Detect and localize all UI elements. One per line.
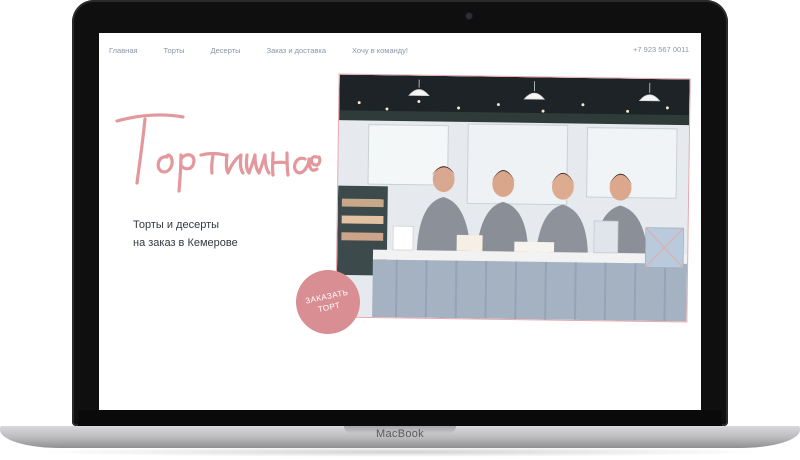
main-nav: Главная Торты Десерты Заказ и доставка Х… <box>109 43 689 57</box>
phone-link[interactable]: +7 923 567 0011 <box>633 45 689 54</box>
camera-icon <box>466 13 472 19</box>
website-screen: Главная Торты Десерты Заказ и доставка Х… <box>99 33 701 410</box>
nav-item-cakes[interactable]: Торты <box>164 46 185 55</box>
hero-photo <box>335 73 691 323</box>
laptop-shadow <box>30 447 770 457</box>
nav-item-home[interactable]: Главная <box>109 46 138 55</box>
brand-logo <box>113 105 323 193</box>
nav-item-order-delivery[interactable]: Заказ и доставка <box>267 46 326 55</box>
laptop-chin <box>78 410 722 426</box>
brand-logo-wordmark <box>115 113 322 193</box>
nav-item-desserts[interactable]: Десерты <box>211 46 241 55</box>
laptop-brand-label: MacBook <box>376 428 424 440</box>
hero-tagline: Торты и десерты на заказ в Кемерове <box>133 216 293 252</box>
bakery-staff-photo <box>336 74 690 322</box>
nav-item-join-team[interactable]: Хочу в команду! <box>352 46 408 55</box>
tagline-line-1: Торты и десерты <box>133 219 220 231</box>
tagline-line-2: на заказ в Кемерове <box>133 237 238 249</box>
